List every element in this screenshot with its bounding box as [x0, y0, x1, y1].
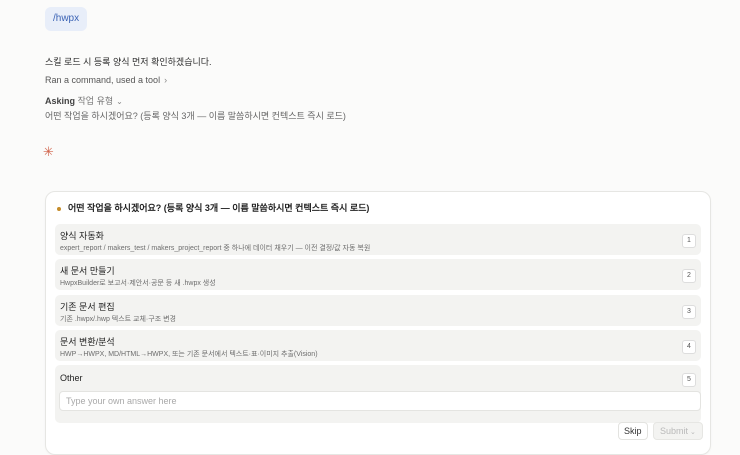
skip-button[interactable]: Skip: [618, 422, 648, 440]
option-title: 문서 변환/분석: [60, 337, 115, 347]
option-other[interactable]: Other 5: [55, 365, 701, 423]
spark-icon: ✳: [43, 144, 54, 159]
option-title: 새 문서 만들기: [60, 266, 115, 276]
option-number-badge: 2: [682, 269, 696, 283]
option-2[interactable]: 새 문서 만들기 HwpxBuilder로 보고서·제안서·공문 등 새 .hw…: [55, 259, 701, 290]
option-description: 기존 .hwpx/.hwp 텍스트 교체·구조 변경: [60, 316, 176, 323]
option-1[interactable]: 양식 자동화 expert_report / makers_test / mak…: [55, 224, 701, 255]
option-title: 기존 문서 편집: [60, 302, 115, 312]
option-description: HWP→HWPX, MD/HTML→HWPX, 또는 기존 문서에서 텍스트·표…: [60, 351, 318, 358]
option-description: HwpxBuilder로 보고서·제안서·공문 등 새 .hwpx 생성: [60, 280, 216, 287]
option-description: expert_report / makers_test / makers_pro…: [60, 245, 371, 252]
assistant-message: 스킬 로드 시 등록 양식 먼저 확인하겠습니다.: [45, 57, 212, 67]
asking-toggle[interactable]: Asking 작업 유형 ⌄: [45, 94, 123, 107]
option-4[interactable]: 문서 변환/분석 HWP→HWPX, MD/HTML→HWPX, 또는 기존 문…: [55, 330, 701, 361]
option-number-badge: 4: [682, 340, 696, 354]
command-chip[interactable]: /hwpx: [45, 7, 88, 31]
question-title-text: 어떤 작업을 하시겠어요? (등록 양식 3개 — 이름 말씀하시면 컨텍스트 …: [68, 203, 370, 213]
other-answer-input[interactable]: [59, 391, 701, 411]
asking-label: Asking: [45, 96, 76, 106]
option-number-badge: 1: [682, 234, 696, 248]
chevron-down-icon: ⌄: [690, 429, 696, 436]
chevron-down-icon: ⌄: [116, 97, 123, 106]
question-text: 어떤 작업을 하시겠어요? (등록 양식 3개 — 이름 말씀하시면 컨텍스트 …: [45, 111, 346, 121]
question-card: 어떤 작업을 하시겠어요? (등록 양식 3개 — 이름 말씀하시면 컨텍스트 …: [45, 191, 711, 455]
option-number-badge: 5: [682, 373, 696, 387]
option-title: Other: [60, 373, 83, 383]
tool-summary-label: Ran a command, used a tool: [45, 75, 161, 85]
submit-button[interactable]: Submit ⌄: [653, 422, 703, 440]
question-title: 어떤 작업을 하시겠어요? (등록 양식 3개 — 이름 말씀하시면 컨텍스트 …: [57, 201, 369, 214]
question-dot-icon: [57, 206, 61, 211]
option-title: 양식 자동화: [60, 231, 104, 241]
tool-summary-toggle[interactable]: Ran a command, used a tool ›: [45, 75, 167, 85]
asking-topic: 작업 유형: [77, 96, 114, 106]
chevron-right-icon: ›: [164, 75, 168, 85]
submit-label: Submit: [660, 426, 689, 436]
option-3[interactable]: 기존 문서 편집 기존 .hwpx/.hwp 텍스트 교체·구조 변경 3: [55, 295, 701, 326]
option-number-badge: 3: [682, 305, 696, 319]
